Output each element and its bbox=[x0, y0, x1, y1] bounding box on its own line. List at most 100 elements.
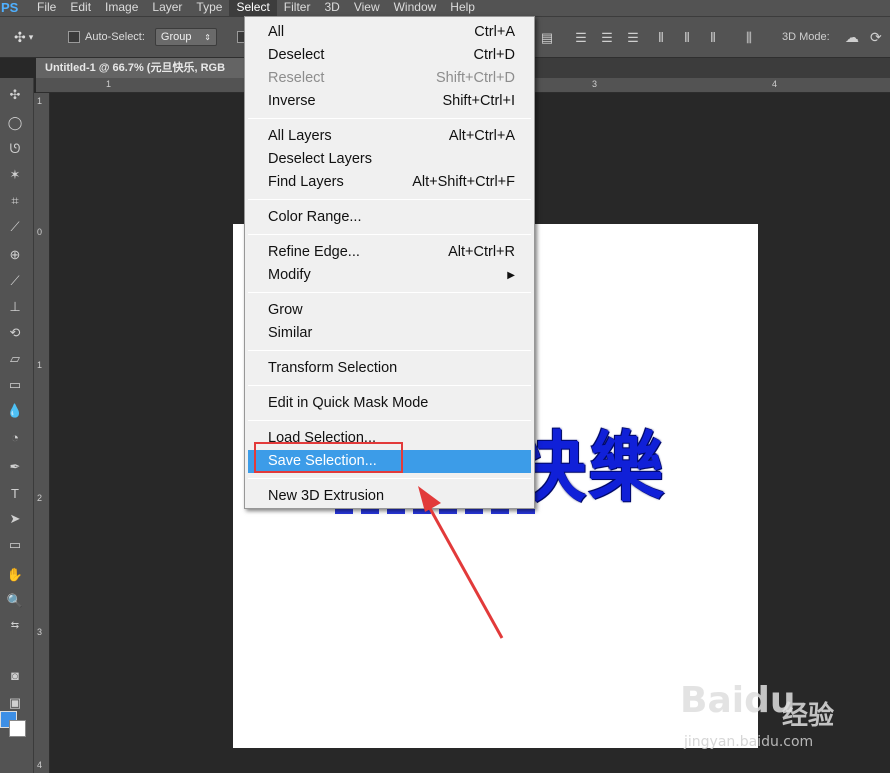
tool-preset-picker[interactable]: ✣ ▾ bbox=[14, 25, 64, 49]
menu-item-new-3d-extrusion[interactable]: New 3D Extrusion bbox=[248, 485, 531, 508]
menu-item-deselect[interactable]: Deselect Ctrl+D bbox=[248, 44, 531, 67]
menu-item-find-layers[interactable]: Find Layers Alt+Shift+Ctrl+F bbox=[248, 171, 531, 194]
path-selection-icon[interactable]: ➤ bbox=[3, 508, 27, 530]
background-color-swatch[interactable] bbox=[9, 720, 26, 737]
submenu-arrow-icon: ▶ bbox=[507, 270, 515, 281]
menu-item-all[interactable]: All Ctrl+A bbox=[248, 21, 531, 44]
roll-3d-icon[interactable]: ⟳ bbox=[870, 29, 882, 46]
ruler-left-label: 3 bbox=[37, 627, 43, 637]
menu-item-refine-edge[interactable]: Refine Edge... Alt+Ctrl+R bbox=[248, 241, 531, 264]
screen-mode-icon[interactable]: ▣ bbox=[3, 692, 27, 714]
menu-file[interactable]: File bbox=[30, 0, 63, 16]
menu-item-shortcut: Shift+Ctrl+D bbox=[436, 70, 515, 86]
magic-wand-icon[interactable]: ✶ bbox=[3, 164, 27, 186]
menu-item-label: Refine Edge... bbox=[268, 244, 360, 260]
align-bottom-icon[interactable]: ▤ bbox=[538, 29, 556, 47]
menu-item-edit-in-quick-mask-mode[interactable]: Edit in Quick Mask Mode bbox=[248, 392, 531, 415]
auto-select-checkbox[interactable] bbox=[68, 31, 80, 43]
menu-item-label: All bbox=[268, 24, 285, 40]
menu-item-label: Grow bbox=[268, 302, 303, 318]
move-tool-icon: ✣ bbox=[14, 28, 26, 45]
ruler-top-label: 1 bbox=[106, 79, 112, 89]
menu-type[interactable]: Type bbox=[189, 0, 229, 16]
menu-separator bbox=[248, 420, 531, 421]
orbit-3d-icon[interactable]: ☁ bbox=[845, 29, 859, 46]
crop-icon[interactable]: ⌗ bbox=[3, 190, 27, 212]
menu-item-shortcut: Ctrl+D bbox=[473, 47, 516, 63]
ellipse-marquee-icon[interactable]: ◯ bbox=[3, 112, 27, 134]
auto-align-icon[interactable]: ⫼ bbox=[740, 29, 758, 47]
photoshop-window: PS File Edit Image Layer Type Select Fil… bbox=[0, 0, 890, 773]
menu-edit[interactable]: Edit bbox=[63, 0, 98, 16]
menu-item-label: New 3D Extrusion bbox=[268, 488, 385, 504]
menu-item-grow[interactable]: Grow bbox=[248, 299, 531, 322]
menu-separator bbox=[248, 385, 531, 386]
menu-item-similar[interactable]: Similar bbox=[248, 322, 531, 345]
dodge-icon[interactable]: ◔ bbox=[3, 426, 27, 448]
menu-separator bbox=[248, 234, 531, 235]
menu-item-label: Transform Selection bbox=[268, 360, 398, 376]
menu-item-inverse[interactable]: Inverse Shift+Ctrl+I bbox=[248, 90, 531, 113]
document-tab[interactable]: Untitled-1 @ 66.7% (元旦快乐, RGB bbox=[36, 58, 250, 78]
menu-view[interactable]: View bbox=[347, 0, 387, 16]
select-menu-dropdown: All Ctrl+A Deselect Ctrl+D Reselect Shift+Ctr… bbox=[244, 16, 535, 509]
menu-image[interactable]: Image bbox=[98, 0, 145, 16]
healing-brush-icon[interactable]: ⊕ bbox=[3, 244, 27, 266]
type-icon[interactable]: T bbox=[3, 482, 27, 504]
menu-item-label: Reselect bbox=[268, 70, 325, 86]
menu-item-label: Inverse bbox=[268, 93, 316, 109]
pen-icon[interactable]: ✒ bbox=[3, 456, 27, 478]
hand-icon[interactable]: ✋ bbox=[3, 564, 27, 586]
menu-item-color-range[interactable]: Color Range... bbox=[248, 206, 531, 229]
eyedropper-icon[interactable]: ⟋ bbox=[3, 216, 27, 238]
history-brush-icon[interactable]: ⟲ bbox=[3, 322, 27, 344]
menu-item-label: Edit in Quick Mask Mode bbox=[268, 395, 429, 411]
quick-mask-icon[interactable]: ◙ bbox=[3, 664, 27, 686]
menu-item-transform-selection[interactable]: Transform Selection bbox=[248, 357, 531, 380]
auto-select-value: Group bbox=[160, 31, 192, 43]
align-tools: ▤ bbox=[538, 29, 556, 47]
menu-select[interactable]: Select bbox=[229, 0, 277, 16]
ruler-left-label: 2 bbox=[37, 493, 43, 503]
menu-item-reselect[interactable]: Reselect Shift+Ctrl+D bbox=[248, 67, 531, 90]
distribute-left-icon[interactable]: ⫴ bbox=[652, 29, 670, 47]
menu-item-label: All Layers bbox=[268, 128, 332, 144]
vertical-ruler: 1 0 1 2 3 4 bbox=[34, 93, 50, 773]
menu-item-label: Color Range... bbox=[268, 209, 362, 225]
rectangle-icon[interactable]: ▭ bbox=[3, 534, 27, 556]
lasso-icon[interactable]: ᘎ bbox=[3, 138, 27, 160]
auto-select-dropdown[interactable]: Group ⇕ bbox=[154, 28, 217, 46]
ruler-left-label: 4 bbox=[37, 760, 43, 770]
chevron-down-icon: ▾ bbox=[28, 31, 34, 42]
eraser-icon[interactable]: ▱ bbox=[3, 348, 27, 370]
clone-stamp-icon[interactable]: ⊥ bbox=[3, 296, 27, 318]
ruler-left-label: 1 bbox=[37, 96, 43, 106]
menu-help[interactable]: Help bbox=[443, 0, 482, 16]
annotation-highlight-box bbox=[254, 442, 403, 473]
menu-item-label: Deselect Layers bbox=[268, 151, 372, 167]
gradient-icon[interactable]: ▭ bbox=[3, 374, 27, 396]
watermark-cn: 经验 bbox=[782, 701, 835, 731]
distribute-right-icon[interactable]: ⫴ bbox=[704, 29, 722, 47]
menu-filter[interactable]: Filter bbox=[277, 0, 318, 16]
zoom-icon[interactable]: 🔍 bbox=[3, 590, 27, 612]
swap-colors-icon[interactable]: ⇆ bbox=[3, 614, 27, 636]
menu-window[interactable]: Window bbox=[387, 0, 444, 16]
menu-item-modify[interactable]: Modify ▶ bbox=[248, 264, 531, 287]
brush-icon[interactable]: ⟋ bbox=[3, 270, 27, 292]
blur-icon[interactable]: 💧 bbox=[3, 400, 27, 422]
distribute-bottom-icon[interactable]: ☰ bbox=[624, 29, 642, 47]
move-tool-icon[interactable]: ✣ bbox=[3, 84, 27, 106]
stepper-arrows-icon: ⇕ bbox=[204, 32, 211, 42]
menu-layer[interactable]: Layer bbox=[145, 0, 189, 16]
ruler-top-label: 3 bbox=[592, 79, 598, 89]
distribute-vcenter-icon[interactable]: ☰ bbox=[598, 29, 616, 47]
ruler-left-label: 1 bbox=[37, 360, 43, 370]
distribute-tools: ☰ ☰ ☰ bbox=[572, 29, 642, 47]
menu-item-label: Deselect bbox=[268, 47, 325, 63]
distribute-hcenter-icon[interactable]: ⫴ bbox=[678, 29, 696, 47]
menu-item-all-layers[interactable]: All Layers Alt+Ctrl+A bbox=[248, 125, 531, 148]
distribute-top-icon[interactable]: ☰ bbox=[572, 29, 590, 47]
menu-item-deselect-layers[interactable]: Deselect Layers bbox=[248, 148, 531, 171]
menu-3d[interactable]: 3D bbox=[317, 0, 346, 16]
